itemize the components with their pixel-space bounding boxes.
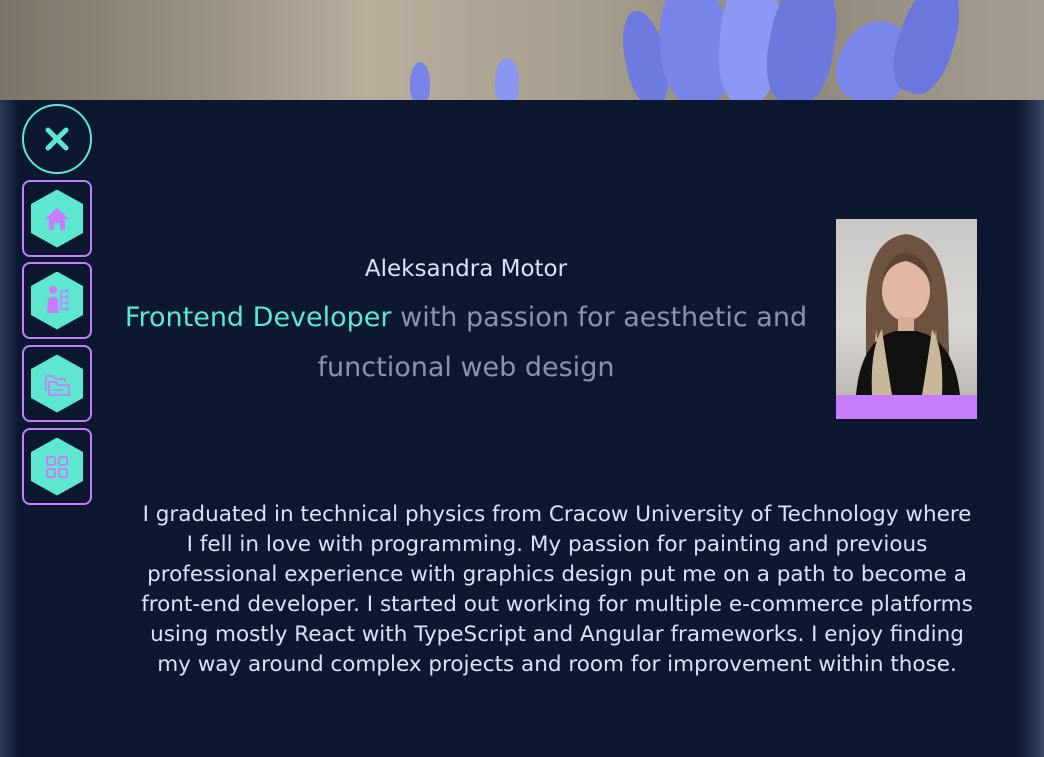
profile-role: Frontend Developer [124, 302, 392, 333]
home-icon [45, 207, 69, 230]
photo-accent-bar [836, 395, 977, 419]
nav-apps-button[interactable] [22, 428, 92, 505]
folders-icon [45, 374, 70, 396]
profile-bio: I graduated in technical physics from Cr… [141, 502, 973, 677]
close-icon [45, 127, 69, 151]
right-edge-shadow [1016, 100, 1044, 757]
person-skills-icon [47, 285, 69, 313]
profile-name: Aleksandra Motor [364, 256, 568, 282]
close-menu-button[interactable] [22, 104, 92, 174]
hero-background-image [0, 0, 1044, 100]
nav-projects-button[interactable] [22, 345, 92, 422]
nav-home-button[interactable] [22, 180, 92, 257]
apps-grid-icon [46, 455, 68, 478]
profile-headline: Frontend Developer with passion for aest… [120, 293, 812, 393]
profile-photo [836, 219, 977, 395]
left-edge-shadow [0, 100, 18, 757]
nav-about-button[interactable] [22, 262, 92, 339]
